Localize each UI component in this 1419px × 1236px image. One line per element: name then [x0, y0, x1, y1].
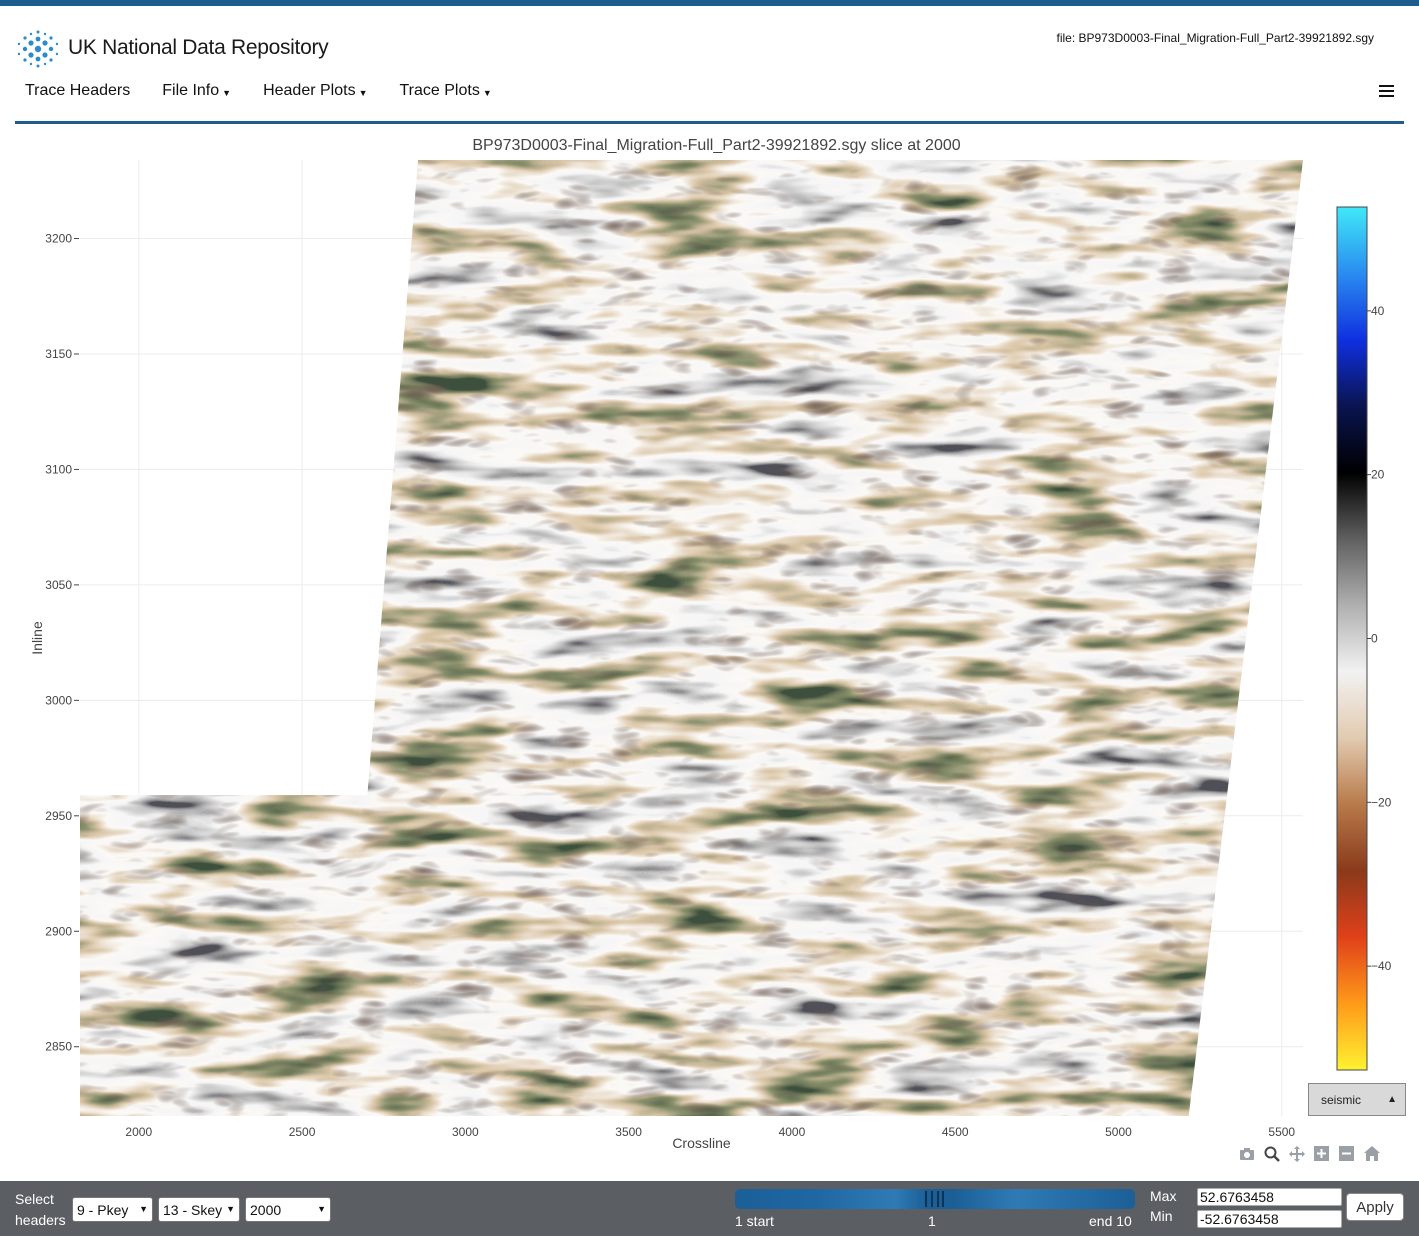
- y-tick-label: 3200: [45, 232, 72, 246]
- slider-value-label: 1: [928, 1213, 936, 1229]
- colormap-value: seismic: [1321, 1092, 1362, 1107]
- slider-start-label: 1 start: [735, 1213, 774, 1229]
- chevron-down-icon: ▼: [317, 1204, 326, 1214]
- camera-icon[interactable]: [1238, 1145, 1255, 1162]
- colorbar-tick-label: 40: [1371, 304, 1385, 318]
- select-headers-label: Select headers: [15, 1189, 66, 1231]
- chevron-down-icon: ▼: [226, 1204, 235, 1214]
- y-tick-label: 3000: [45, 693, 72, 707]
- y-axis-label: Inline: [29, 621, 45, 655]
- pkey-select[interactable]: 9 - Pkey ▼: [72, 1197, 153, 1222]
- triangle-up-icon: ▲: [1387, 1094, 1397, 1105]
- x-axis-label: Crossline: [672, 1135, 731, 1151]
- colorbar-tick-label: −20: [1371, 795, 1392, 809]
- trace-range-slider[interactable]: [735, 1189, 1135, 1209]
- y-tick-label: 2900: [45, 924, 72, 938]
- slider-handle[interactable]: [942, 1191, 944, 1207]
- zoom-icon[interactable]: [1263, 1145, 1280, 1162]
- colorbar-tick-label: 0: [1371, 632, 1378, 646]
- seismic-amplitude-image: [80, 160, 1303, 1116]
- slider-handle[interactable]: [937, 1191, 939, 1207]
- control-footer: Select headers 9 - Pkey ▼ 13 - Skey ▼ 20…: [0, 1181, 1419, 1236]
- slider-handle[interactable]: [931, 1191, 933, 1207]
- x-tick-label: 3000: [452, 1125, 479, 1139]
- colorbar-gradient: [1336, 206, 1368, 1071]
- y-tick-label: 2950: [45, 809, 72, 823]
- slider-end-label: end 10: [1089, 1213, 1132, 1229]
- zoom-out-icon[interactable]: [1338, 1145, 1355, 1162]
- x-tick-label: 2000: [125, 1125, 152, 1139]
- x-tick-label: 5000: [1105, 1125, 1132, 1139]
- select-label-line2: headers: [15, 1212, 66, 1228]
- x-tick-label: 5500: [1268, 1125, 1295, 1139]
- colorbar: 40 20 0 −20 −40: [1336, 206, 1392, 1071]
- skey-select[interactable]: 13 - Skey ▼: [158, 1197, 240, 1222]
- colormap-select[interactable]: seismic ▲: [1308, 1083, 1406, 1116]
- x-tick-label: 4000: [779, 1125, 806, 1139]
- max-input[interactable]: 52.6763458: [1197, 1188, 1342, 1206]
- pkey-value: 9 - Pkey: [77, 1201, 129, 1218]
- slider-handle[interactable]: [925, 1191, 927, 1207]
- seismic-slice-chart[interactable]: 2000 2500 3000 3500 4000 4500 5000 5500 2850 2900…: [0, 0, 1419, 1181]
- y-tick-label: 2850: [45, 1040, 72, 1054]
- y-tick-label: 3100: [45, 462, 72, 476]
- y-tick-label: 3050: [45, 578, 72, 592]
- home-icon[interactable]: [1363, 1145, 1380, 1162]
- pan-icon[interactable]: [1288, 1145, 1305, 1162]
- x-tick-label: 2500: [289, 1125, 316, 1139]
- skey-value: 13 - Skey: [163, 1201, 223, 1218]
- max-label: Max: [1150, 1188, 1177, 1204]
- x-tick-label: 4500: [942, 1125, 969, 1139]
- min-label: Min: [1150, 1208, 1173, 1224]
- min-input[interactable]: -52.6763458: [1197, 1210, 1342, 1228]
- slice-select[interactable]: 2000 ▼: [245, 1197, 331, 1222]
- zoom-in-icon[interactable]: [1313, 1145, 1330, 1162]
- colorbar-tick-label: −40: [1371, 959, 1392, 973]
- slice-value: 2000: [250, 1201, 282, 1218]
- x-tick-label: 3500: [615, 1125, 642, 1139]
- plot-modebar: [1238, 1145, 1380, 1162]
- chevron-down-icon: ▼: [139, 1204, 148, 1214]
- colorbar-tick-label: 20: [1371, 468, 1385, 482]
- select-label-line1: Select: [15, 1191, 54, 1207]
- apply-button[interactable]: Apply: [1346, 1193, 1404, 1221]
- y-tick-label: 3150: [45, 347, 72, 361]
